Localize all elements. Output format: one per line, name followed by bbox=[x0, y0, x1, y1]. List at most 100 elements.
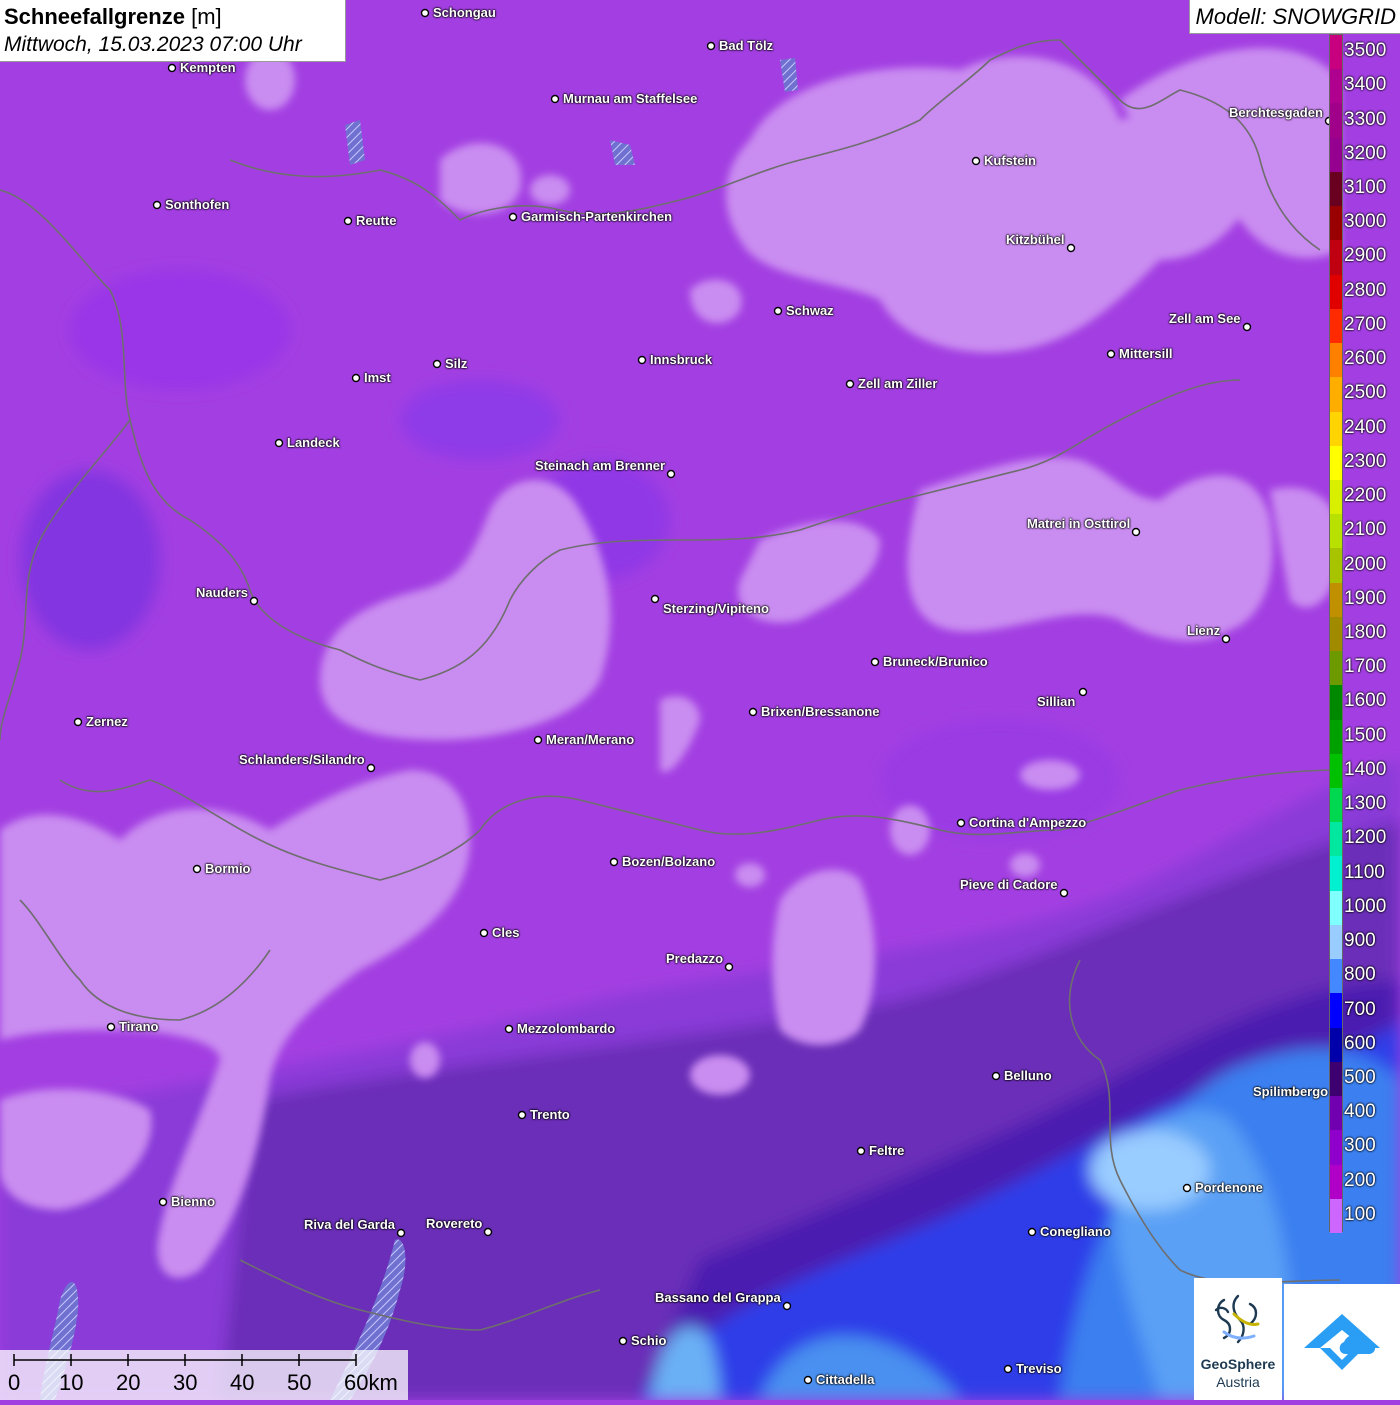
city-dot bbox=[366, 763, 376, 773]
city-dot bbox=[73, 717, 83, 727]
legend-label-3400: 3400 bbox=[1344, 74, 1387, 96]
city-dot bbox=[1003, 1364, 1013, 1374]
city-dot bbox=[1182, 1183, 1192, 1193]
legend-label-200: 200 bbox=[1344, 1169, 1376, 1191]
legend-label-100: 100 bbox=[1344, 1203, 1376, 1225]
legend-swatch-3300 bbox=[1330, 103, 1342, 139]
city-label: Cles bbox=[492, 925, 520, 940]
legend-swatch-900 bbox=[1330, 924, 1342, 960]
city-dot bbox=[432, 359, 442, 369]
city-label: Schlanders/Silandro bbox=[239, 752, 365, 767]
city-label: Reutte bbox=[356, 213, 397, 228]
legend-label-1700: 1700 bbox=[1344, 656, 1387, 678]
scale-tick-label: 50 bbox=[287, 1370, 312, 1395]
city-dot bbox=[724, 962, 734, 972]
legend-swatch-800 bbox=[1330, 959, 1342, 994]
city-dot bbox=[1131, 527, 1141, 537]
legend-label-2400: 2400 bbox=[1344, 416, 1387, 438]
city-label: Murnau am Staffelsee bbox=[563, 91, 698, 106]
city-dot bbox=[803, 1375, 813, 1385]
legend-swatch-1300 bbox=[1330, 788, 1342, 823]
legend-label-2200: 2200 bbox=[1344, 485, 1387, 507]
model-label: Modell: SNOWGRID bbox=[1188, 0, 1400, 34]
city-label: Pieve di Cadore bbox=[960, 877, 1058, 892]
legend-label-2700: 2700 bbox=[1344, 313, 1387, 335]
legend-swatch-1800 bbox=[1330, 616, 1342, 652]
legend-label-2300: 2300 bbox=[1344, 450, 1387, 472]
city-label: Kempten bbox=[180, 60, 236, 75]
scale-tick-label: 10 bbox=[59, 1370, 84, 1395]
legend-label-1400: 1400 bbox=[1344, 758, 1387, 780]
city-dot bbox=[343, 216, 353, 226]
city-dot bbox=[1221, 634, 1231, 644]
city-label: Meran/Merano bbox=[546, 732, 635, 747]
legend-swatch-100 bbox=[1330, 1198, 1342, 1234]
city-label: Rovereto bbox=[426, 1216, 483, 1231]
city-dot bbox=[167, 63, 177, 73]
city-label: Trento bbox=[530, 1107, 570, 1122]
scale-tick-label: 40 bbox=[230, 1370, 255, 1395]
app-logo[interactable] bbox=[1284, 1284, 1400, 1400]
city-label: Lienz bbox=[1187, 623, 1221, 638]
legend-label-2000: 2000 bbox=[1344, 553, 1387, 575]
city-dot bbox=[158, 1197, 168, 1207]
legend-swatch-1900 bbox=[1330, 582, 1342, 618]
city-dot bbox=[420, 8, 430, 18]
legend-swatch-600 bbox=[1330, 1027, 1342, 1063]
legend-swatch-1400 bbox=[1330, 753, 1342, 789]
city-label: Schwaz bbox=[786, 303, 834, 318]
city-dot bbox=[249, 596, 259, 606]
scale-tick-label: 30 bbox=[173, 1370, 198, 1395]
geosphere-logo[interactable]: GeoSphere Austria bbox=[1194, 1278, 1282, 1400]
city-dot bbox=[956, 818, 966, 828]
city-dot bbox=[618, 1336, 628, 1346]
legend-swatch-3100 bbox=[1330, 171, 1342, 207]
legend-label-600: 600 bbox=[1344, 1032, 1376, 1054]
city-label: Conegliano bbox=[1040, 1224, 1111, 1239]
legend-label-2800: 2800 bbox=[1344, 279, 1387, 301]
city-dot bbox=[706, 41, 716, 51]
geosphere-emblem-icon bbox=[1214, 1294, 1260, 1344]
city-label: Bad Tölz bbox=[719, 38, 774, 53]
legend-label-1900: 1900 bbox=[1344, 587, 1387, 609]
legend-swatch-1600 bbox=[1330, 685, 1342, 721]
city-dot bbox=[782, 1301, 792, 1311]
legend-swatch-1200 bbox=[1330, 822, 1342, 857]
city-dot bbox=[845, 379, 855, 389]
legend-swatch-2200 bbox=[1330, 479, 1342, 515]
legend-label-700: 700 bbox=[1344, 998, 1376, 1020]
legend-swatch-1500 bbox=[1330, 719, 1342, 755]
city-dot bbox=[773, 306, 783, 316]
city-dot bbox=[1066, 243, 1076, 253]
legend-swatch-2700 bbox=[1330, 308, 1342, 344]
city-label: Predazzo bbox=[666, 951, 724, 966]
city-label: Schio bbox=[631, 1333, 667, 1348]
city-label: Tirano bbox=[119, 1019, 159, 1034]
city-dot bbox=[870, 657, 880, 667]
legend-swatch-2500 bbox=[1330, 377, 1342, 412]
city-dot bbox=[517, 1110, 527, 1120]
city-label: Zell am See bbox=[1169, 311, 1241, 326]
city-label: Brixen/Bressanone bbox=[761, 704, 880, 719]
legend-swatch-200 bbox=[1330, 1164, 1342, 1200]
city-label: Sonthofen bbox=[165, 197, 230, 212]
city-label: Kufstein bbox=[984, 153, 1036, 168]
city-dot bbox=[274, 438, 284, 448]
city-label: Landeck bbox=[287, 435, 340, 450]
legend-label-1000: 1000 bbox=[1344, 895, 1387, 917]
legend-label-1800: 1800 bbox=[1344, 622, 1387, 643]
city-dot bbox=[483, 1227, 493, 1237]
city-dot bbox=[479, 928, 489, 938]
city-label: Mittersill bbox=[1119, 346, 1173, 361]
geosphere-name: GeoSphere bbox=[1200, 1356, 1276, 1372]
legend-swatch-3500 bbox=[1330, 35, 1342, 70]
city-label: Kitzbühel bbox=[1006, 232, 1065, 247]
city-dot bbox=[1027, 1227, 1037, 1237]
city-label: Bienno bbox=[171, 1194, 216, 1209]
legend-label-3100: 3100 bbox=[1344, 177, 1387, 199]
city-label: Garmisch-Partenkirchen bbox=[521, 209, 673, 224]
city-label: Berchtesgaden bbox=[1229, 105, 1323, 120]
title-box: Schneefallgrenze [m] Mittwoch, 15.03.202… bbox=[0, 0, 346, 62]
legend-swatch-1000 bbox=[1330, 890, 1342, 926]
city-dot bbox=[1106, 349, 1116, 359]
